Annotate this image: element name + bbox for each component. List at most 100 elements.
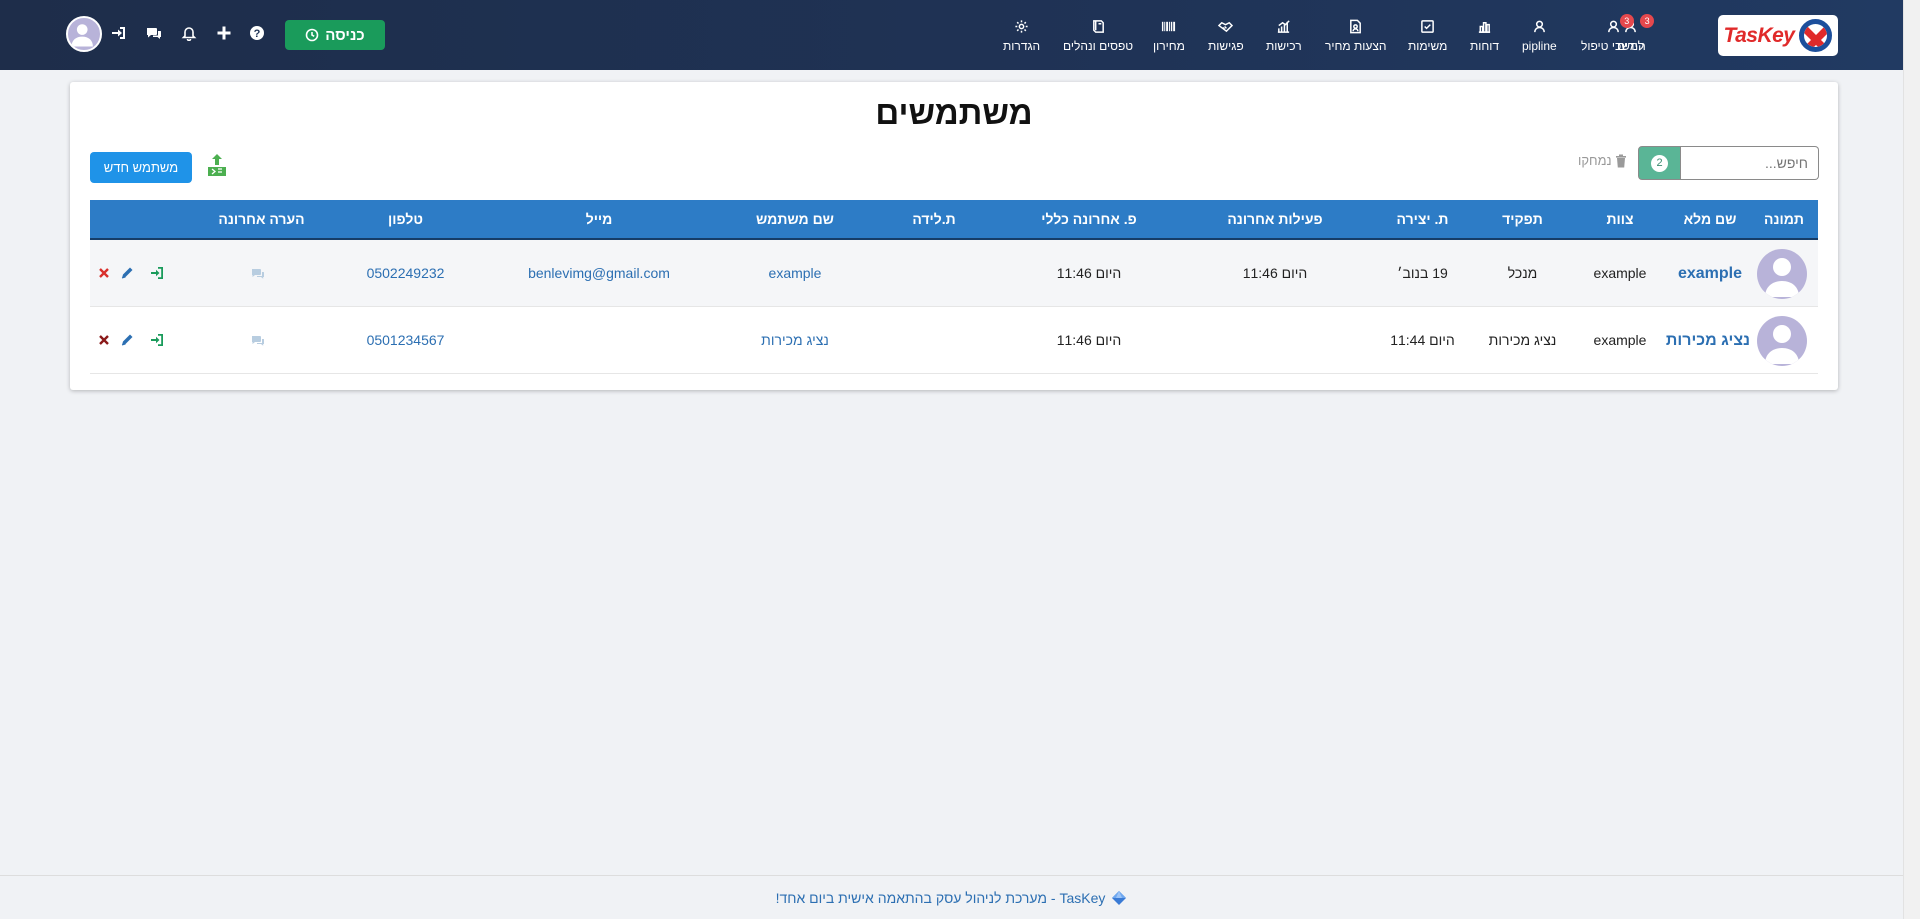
nav-item-quotes[interactable]: הצעות מחיר [1325, 16, 1387, 53]
notification-badge: 3 [1619, 14, 1634, 28]
enter-button-label: כניסה [325, 26, 365, 44]
user-birthday [870, 240, 998, 307]
nav-label: הגדרות [1003, 39, 1041, 53]
nav-label: פגישות [1208, 39, 1244, 53]
file-icon [1348, 16, 1363, 36]
top-navbar: TasKey לידים 3 המשכי טיפול 3 pipline דוח… [0, 0, 1903, 70]
chat-icon[interactable] [143, 22, 165, 44]
column-header-created[interactable]: ת. יצירה [1370, 200, 1475, 238]
logo-mark-icon [1799, 19, 1833, 52]
user-count-badge: 2 [1638, 146, 1681, 180]
users-table: תמונה שם מלא צוות תפקיד ת. יצירה פעילות … [90, 200, 1818, 374]
handshake-icon [1218, 16, 1234, 36]
deleted-label: נמחקו [1578, 153, 1612, 168]
user-avatar [1757, 316, 1807, 366]
user-phone-link[interactable]: 0502249232 [333, 240, 478, 307]
nav-item-pipeline[interactable]: pipline [1522, 16, 1557, 53]
growth-chart-icon [1276, 16, 1291, 36]
logo-text: TasKey [1723, 23, 1795, 47]
app-logo[interactable]: TasKey [1718, 15, 1838, 56]
nav-label: מחירון [1153, 39, 1185, 53]
enter-button[interactable]: כניסה [285, 20, 385, 50]
column-header-role[interactable]: תפקיד [1475, 200, 1570, 238]
delete-x-icon[interactable] [98, 266, 110, 280]
column-header-phone[interactable]: טלפון [333, 200, 478, 238]
nav-label: דוחות [1470, 39, 1500, 53]
trash-icon [1615, 154, 1627, 168]
column-header-last-general[interactable]: פ. אחרונה כללי [998, 200, 1180, 238]
comment-icon[interactable] [251, 267, 265, 279]
nav-label: המשכי טיפול [1581, 39, 1646, 53]
gear-icon [1014, 16, 1029, 36]
table-row[interactable]: example example מנכל 19 בנוב׳ היום 11:46… [90, 240, 1818, 307]
user-email-link[interactable]: benlevimg@gmail.com [478, 240, 720, 307]
deleted-users-link[interactable]: נמחקו [1578, 153, 1627, 168]
user-fullname-link[interactable]: נציג מכירות [1666, 307, 1750, 374]
nav-item-tasks[interactable]: משימות [1408, 16, 1447, 53]
user-birthday [870, 307, 998, 374]
barcode-icon [1161, 16, 1176, 36]
column-header-birthday[interactable]: ת.לידה [870, 200, 998, 238]
column-header-last-note[interactable]: הערה אחרונה [190, 200, 333, 238]
user-created: היום 11:44 [1390, 332, 1455, 348]
user-role: מנכל [1507, 265, 1538, 281]
nav-item-forms[interactable]: טפסים ונהלים [1063, 16, 1133, 53]
nav-label: משימות [1408, 39, 1448, 53]
user-team: example [1593, 265, 1647, 281]
export-excel-icon[interactable] [208, 154, 226, 176]
column-header-username[interactable]: שם משתמש [720, 200, 870, 238]
bell-icon[interactable] [178, 22, 200, 44]
nav-label: הצעות מחיר [1325, 39, 1387, 53]
user-email-link[interactable] [478, 307, 720, 374]
user-avatar[interactable] [66, 16, 102, 52]
edit-pencil-icon[interactable] [120, 266, 134, 280]
delete-x-icon[interactable] [98, 333, 110, 347]
clock-icon [305, 28, 319, 42]
login-as-user-icon[interactable] [150, 266, 164, 280]
nav-item-purchases[interactable]: רכישות [1266, 16, 1302, 53]
nav-label: pipline [1522, 39, 1557, 53]
plus-icon[interactable] [213, 22, 235, 44]
footer-text[interactable]: TasKey - מערכת לניהול עסק בהתאמה אישית ב… [776, 890, 1106, 906]
users-card: משתמשים 2 נמחקו משתמש חדש תמונה שם מלא צ… [70, 82, 1838, 390]
user-username-link[interactable]: example [720, 240, 870, 307]
column-header-email[interactable]: מייל [478, 200, 720, 238]
nav-item-followups[interactable]: המשכי טיפול 3 [1581, 14, 1646, 53]
user-team: example [1593, 332, 1647, 348]
footer: TasKey - מערכת לניהול עסק בהתאמה אישית ב… [0, 875, 1903, 919]
user-avatar [1757, 249, 1807, 299]
users-icon [1606, 16, 1621, 36]
page-title: משתמשים [875, 94, 1033, 131]
user-fullname-link[interactable]: example [1670, 240, 1750, 307]
nav-item-settings[interactable]: הגדרות [1003, 16, 1040, 53]
column-header-last-activity[interactable]: פעילות אחרונה [1180, 200, 1370, 238]
nav-item-pricelist[interactable]: מחירון [1153, 16, 1185, 53]
user-role: נציג מכירות [1488, 332, 1557, 348]
comment-icon[interactable] [251, 334, 265, 346]
table-header: תמונה שם מלא צוות תפקיד ת. יצירה פעילות … [90, 200, 1818, 240]
book-icon [1091, 16, 1106, 36]
edit-pencil-icon[interactable] [120, 333, 134, 347]
nav-item-meetings[interactable]: פגישות [1208, 16, 1244, 53]
bar-chart-icon [1477, 16, 1492, 36]
login-icon[interactable] [108, 22, 130, 44]
nav-item-reports[interactable]: דוחות [1470, 16, 1499, 53]
login-as-user-icon[interactable] [150, 333, 164, 347]
page-scrollbar[interactable] [1903, 0, 1920, 919]
user-last-activity: היום 11:46 [1242, 265, 1308, 281]
column-header-fullname[interactable]: שם מלא [1670, 200, 1750, 238]
table-row[interactable]: נציג מכירות example נציג מכירות היום 11:… [90, 307, 1818, 374]
column-header-team[interactable]: צוות [1570, 200, 1670, 238]
user-username-link[interactable]: נציג מכירות [720, 307, 870, 374]
help-icon[interactable]: ? [246, 22, 268, 44]
svg-text:?: ? [254, 28, 261, 40]
nav-label: רכישות [1266, 39, 1302, 53]
checkbox-icon [1420, 16, 1435, 36]
user-phone-link[interactable]: 0501234567 [333, 307, 478, 374]
user-last-activity [1180, 307, 1370, 374]
new-user-button[interactable]: משתמש חדש [90, 152, 192, 183]
user-last-general: היום 11:46 [1056, 265, 1122, 281]
search-input[interactable] [1680, 146, 1819, 180]
column-header-photo[interactable]: תמונה [1750, 200, 1818, 238]
user-created: 19 בנוב׳ [1397, 265, 1448, 281]
